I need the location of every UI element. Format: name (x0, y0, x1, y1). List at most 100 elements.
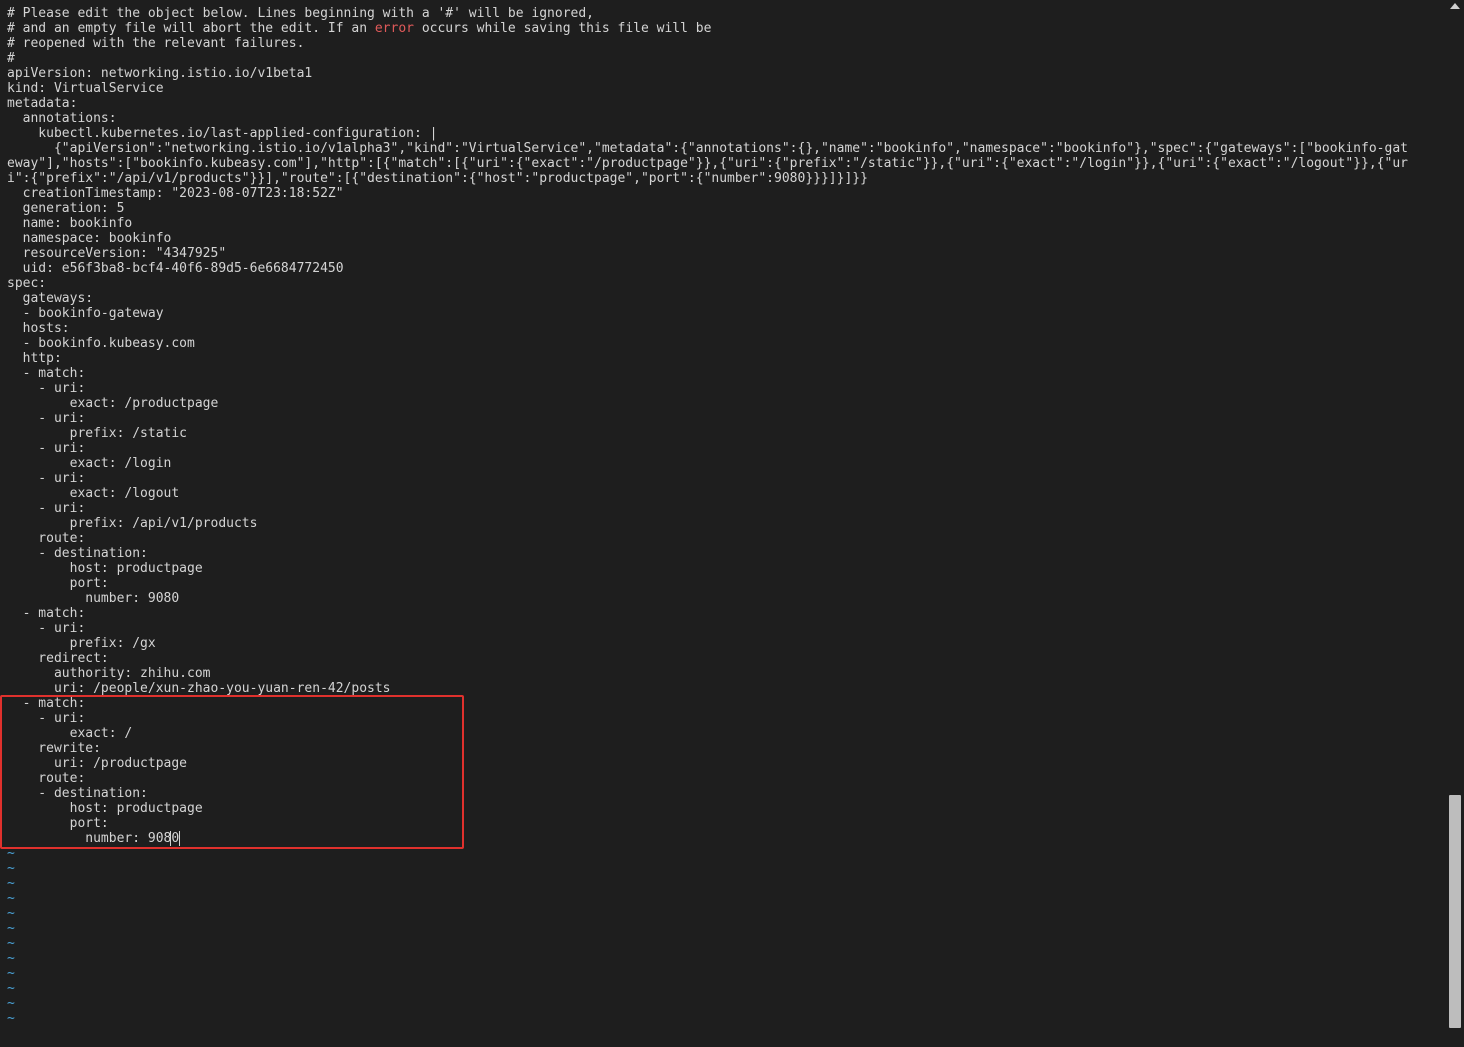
line-text: metadata: (7, 96, 78, 111)
editor-line: metadata: (7, 96, 1443, 111)
empty-line-tilde: ~ (7, 936, 15, 951)
line-text: prefix: /static (7, 426, 188, 441)
comment-text: occurs while saving this file will be (414, 21, 712, 36)
editor-line: hosts: (7, 321, 1443, 336)
editor-line: creationTimestamp: "2023-08-07T23:18:52Z… (7, 186, 1443, 201)
editor-line: authority: zhihu.com (7, 666, 1443, 681)
editor-line: - uri: (7, 471, 1443, 486)
editor-line: prefix: /static (7, 426, 1443, 441)
line-text: - destination: (7, 786, 148, 801)
empty-line-tilde: ~ (7, 981, 15, 996)
editor-line: name: bookinfo (7, 216, 1443, 231)
line-text: uri: /productpage (7, 756, 188, 771)
line-text: - match: (7, 366, 86, 381)
line-text: prefix: /api/v1/products (7, 516, 258, 531)
line-text: namespace: bookinfo (7, 231, 172, 246)
editor-line: - destination: (7, 786, 1443, 801)
line-text: # reopened with the relevant failures. (7, 36, 305, 51)
editor-line: route: (7, 771, 1443, 786)
line-text: - uri: (7, 411, 86, 426)
empty-line-tilde: ~ (7, 861, 15, 876)
line-text: rewrite: (7, 741, 101, 756)
line-text: route: (7, 771, 86, 786)
editor-line: - uri: (7, 381, 1443, 396)
editor-line: port: (7, 576, 1443, 591)
terminal-window[interactable]: # Please edit the object below. Lines be… (0, 0, 1464, 1047)
editor-line: exact: / (7, 726, 1443, 741)
line-text: - uri: (7, 471, 86, 486)
editor-line: - uri: (7, 441, 1443, 456)
line-text: apiVersion: networking.istio.io/v1beta1 (7, 66, 313, 81)
line-text: creationTimestamp: "2023-08-07T23:18:52Z… (7, 186, 344, 201)
editor-line: uri: /people/xun-zhao-you-yuan-ren-42/po… (7, 681, 1443, 696)
editor-line: generation: 5 (7, 201, 1443, 216)
line-text: exact: /logout (7, 486, 180, 501)
line-text: - uri: (7, 621, 86, 636)
editor-line: - match: (7, 366, 1443, 381)
editor-line: # (7, 51, 1443, 66)
line-text: - uri: (7, 441, 86, 456)
editor-line: number: 9080 (7, 831, 1443, 846)
editor-line: kind: VirtualService (7, 81, 1443, 96)
line-text: - match: (7, 606, 86, 621)
editor-line: namespace: bookinfo (7, 231, 1443, 246)
vertical-scrollbar[interactable] (1447, 0, 1464, 1047)
line-text: - bookinfo-gateway (7, 306, 164, 321)
editor-line: exact: /login (7, 456, 1443, 471)
vim-editor-buffer[interactable]: # Please edit the object below. Lines be… (7, 6, 1443, 1026)
scrollbar-thumb[interactable] (1449, 795, 1461, 1028)
text-cursor: 0 (170, 831, 181, 846)
line-text: http: (7, 351, 62, 366)
editor-line: exact: /logout (7, 486, 1443, 501)
editor-line: prefix: /api/v1/products (7, 516, 1443, 531)
line-text: - uri: (7, 501, 86, 516)
line-text: number: 9080 (7, 591, 180, 606)
editor-line: number: 9080 (7, 591, 1443, 606)
line-text: annotations: (7, 111, 117, 126)
empty-line-tilde: ~ (7, 891, 15, 906)
line-text: hosts: (7, 321, 70, 336)
error-keyword: error (374, 21, 414, 36)
line-text: kind: VirtualService (7, 81, 164, 96)
editor-line: port: (7, 816, 1443, 831)
line-text: {"apiVersion":"networking.istio.io/v1alp… (7, 141, 1408, 156)
editor-line: prefix: /gx (7, 636, 1443, 651)
line-text: generation: 5 (7, 201, 125, 216)
empty-line-tilde: ~ (7, 906, 15, 921)
line-text: exact: /productpage (7, 396, 219, 411)
editor-line: - match: (7, 696, 1443, 711)
scroll-up-arrow-icon[interactable] (1450, 3, 1460, 9)
line-text: uri: /people/xun-zhao-you-yuan-ren-42/po… (7, 681, 391, 696)
editor-line: kubectl.kubernetes.io/last-applied-confi… (7, 126, 1443, 141)
line-text: host: productpage (7, 561, 203, 576)
editor-line: i":{"prefix":"/api/v1/products"}}],"rout… (7, 171, 1443, 186)
empty-line-tilde: ~ (7, 1011, 15, 1026)
editor-line: resourceVersion: "4347925" (7, 246, 1443, 261)
editor-line: rewrite: (7, 741, 1443, 756)
empty-line-tilde: ~ (7, 951, 15, 966)
editor-line: - destination: (7, 546, 1443, 561)
line-text: - destination: (7, 546, 148, 561)
editor-line: apiVersion: networking.istio.io/v1beta1 (7, 66, 1443, 81)
editor-line: eway"],"hosts":["bookinfo.kubeasy.com"],… (7, 156, 1443, 171)
line-text: prefix: /gx (7, 636, 156, 651)
editor-line: - uri: (7, 411, 1443, 426)
line-text: i":{"prefix":"/api/v1/products"}}],"rout… (7, 171, 868, 186)
comment-text: # and an empty file will abort the edit.… (7, 21, 375, 36)
editor-line: - uri: (7, 501, 1443, 516)
line-text: resourceVersion: "4347925" (7, 246, 227, 261)
editor-line: gateways: (7, 291, 1443, 306)
line-text: - uri: (7, 381, 86, 396)
editor-line: - bookinfo-gateway (7, 306, 1443, 321)
line-text: host: productpage (7, 801, 203, 816)
empty-line-tilde: ~ (7, 846, 15, 861)
editor-line: uid: e56f3ba8-bcf4-40f6-89d5-6e668477245… (7, 261, 1443, 276)
empty-line-tilde: ~ (7, 966, 15, 981)
editor-line: host: productpage (7, 561, 1443, 576)
editor-line: annotations: (7, 111, 1443, 126)
line-text: gateways: (7, 291, 94, 306)
editor-line: spec: (7, 276, 1443, 291)
line-text: route: (7, 531, 86, 546)
editor-line: - match: (7, 606, 1443, 621)
editor-line: host: productpage (7, 801, 1443, 816)
